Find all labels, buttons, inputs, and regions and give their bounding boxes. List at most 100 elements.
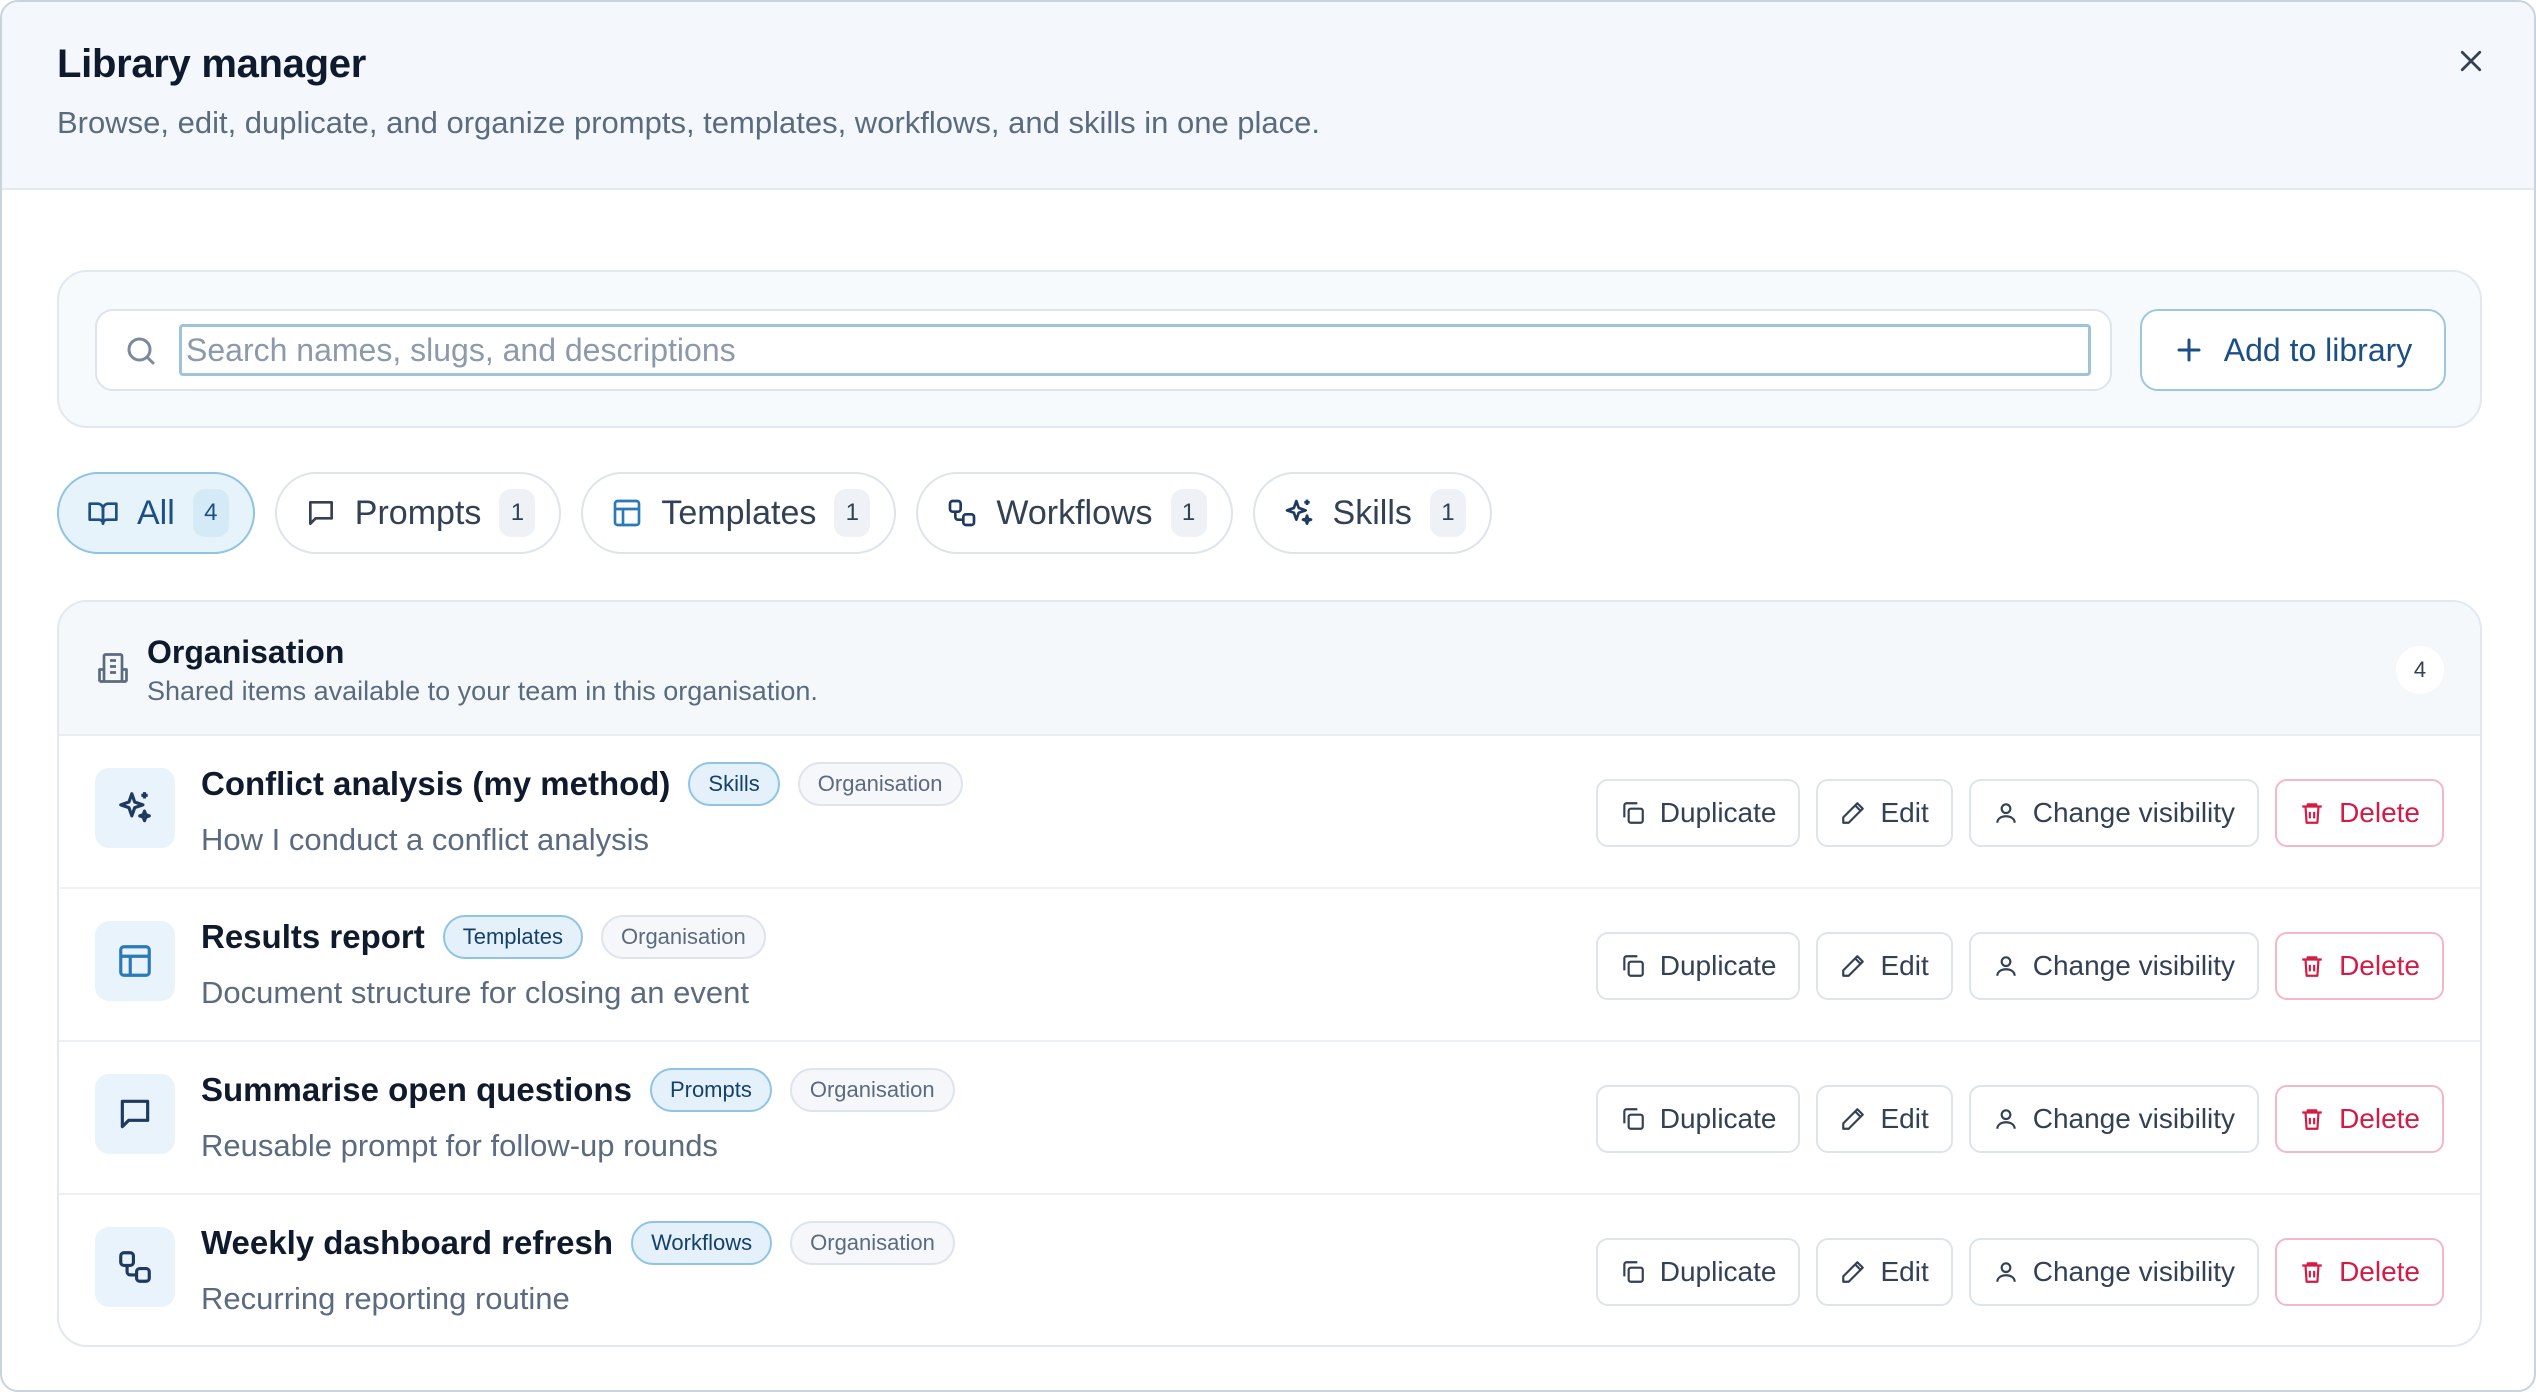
item-type-badge: Skills xyxy=(688,762,780,806)
change-visibility-button[interactable]: Change visibility xyxy=(1968,932,2260,1000)
workflow-icon xyxy=(949,499,976,527)
tab-all-count: 4 xyxy=(192,489,229,537)
add-to-library-button[interactable]: Add to library xyxy=(2140,309,2446,391)
change-visibility-label: Change visibility xyxy=(2032,797,2236,828)
duplicate-button[interactable]: Duplicate xyxy=(1595,1238,1801,1306)
item-type-badge: Templates xyxy=(442,915,583,959)
item-title-row: Weekly dashboard refresh Workflows Organ… xyxy=(201,1221,955,1265)
duplicate-button[interactable]: Duplicate xyxy=(1595,779,1801,847)
delete-button[interactable]: Delete xyxy=(2275,779,2444,847)
add-to-library-label: Add to library xyxy=(2223,331,2413,368)
item-visibility-badge: Organisation xyxy=(601,915,766,959)
item-icon-box xyxy=(95,768,175,848)
duplicate-label: Duplicate xyxy=(1659,950,1777,981)
delete-button[interactable]: Delete xyxy=(2275,932,2444,1000)
message-square-icon xyxy=(120,1099,150,1129)
message-square-icon xyxy=(308,501,333,525)
item-actions: Duplicate Edit Change visibility Delete xyxy=(1595,1238,2444,1306)
item-actions: Duplicate Edit Change visibility Delete xyxy=(1595,932,2444,1000)
item-icon-box xyxy=(95,1074,175,1154)
edit-label: Edit xyxy=(1880,950,1929,981)
tab-workflows-label: Workflows xyxy=(996,493,1153,532)
tab-prompts-label: Prompts xyxy=(354,493,482,532)
item-actions: Duplicate Edit Change visibility Delete xyxy=(1595,1085,2444,1153)
group-description: Shared items available to your team in t… xyxy=(147,676,818,706)
pencil-icon xyxy=(1842,1261,1865,1283)
delete-label: Delete xyxy=(2339,797,2420,828)
trash-icon xyxy=(2302,1109,2322,1130)
library-manager-dialog: Library manager Browse, edit, duplicate,… xyxy=(0,0,2536,1392)
item-name: Results report xyxy=(201,918,425,955)
tab-all[interactable]: All 4 xyxy=(57,472,255,554)
delete-button[interactable]: Delete xyxy=(2275,1238,2444,1306)
item-title-row: Summarise open questions Prompts Organis… xyxy=(201,1068,955,1112)
tab-workflows[interactable]: Workflows 1 xyxy=(916,472,1233,554)
tab-skills-count: 1 xyxy=(1429,489,1466,537)
user-icon xyxy=(1995,956,2016,976)
change-visibility-button[interactable]: Change visibility xyxy=(1968,1085,2260,1153)
tab-skills[interactable]: Skills 1 xyxy=(1252,472,1492,554)
change-visibility-button[interactable]: Change visibility xyxy=(1968,1238,2260,1306)
duplicate-label: Duplicate xyxy=(1659,797,1777,828)
change-visibility-button[interactable]: Change visibility xyxy=(1968,779,2260,847)
copy-icon xyxy=(1623,802,1644,824)
user-icon xyxy=(1995,803,2016,823)
tab-prompts[interactable]: Prompts 1 xyxy=(274,472,562,554)
group-header: Organisation Shared items available to y… xyxy=(59,602,2480,736)
layout-template-icon xyxy=(614,499,641,527)
tab-all-label: All xyxy=(137,493,175,532)
workflow-icon xyxy=(119,1251,151,1283)
item-description: Document structure for closing an event xyxy=(201,975,749,1010)
search-box xyxy=(95,309,2112,391)
item-visibility-badge: Organisation xyxy=(790,1221,955,1265)
delete-label: Delete xyxy=(2339,1256,2420,1287)
group-title: Organisation xyxy=(147,634,345,670)
search-input[interactable] xyxy=(179,324,2091,376)
edit-button[interactable]: Edit xyxy=(1816,1238,1953,1306)
tab-skills-label: Skills xyxy=(1332,493,1412,532)
copy-icon xyxy=(1623,1108,1644,1130)
sparkles-icon xyxy=(1285,499,1312,525)
close-button[interactable] xyxy=(2448,38,2494,84)
edit-label: Edit xyxy=(1880,1256,1929,1287)
edit-button[interactable]: Edit xyxy=(1816,779,1953,847)
edit-button[interactable]: Edit xyxy=(1816,932,1953,1000)
edit-label: Edit xyxy=(1880,797,1929,828)
edit-button[interactable]: Edit xyxy=(1816,1085,1953,1153)
user-icon xyxy=(1995,1262,2016,1282)
item-actions: Duplicate Edit Change visibility Delete xyxy=(1595,779,2444,847)
edit-label: Edit xyxy=(1880,1103,1929,1134)
duplicate-label: Duplicate xyxy=(1659,1256,1777,1287)
item-description: How I conduct a conflict analysis xyxy=(201,822,649,857)
delete-button[interactable]: Delete xyxy=(2275,1085,2444,1153)
pencil-icon xyxy=(1842,802,1865,824)
item-name: Conflict analysis (my method) xyxy=(201,765,671,802)
list-item: Conflict analysis (my method) Skills Org… xyxy=(59,736,2480,889)
delete-label: Delete xyxy=(2339,950,2420,981)
plus-icon xyxy=(2177,338,2201,362)
tab-templates[interactable]: Templates 1 xyxy=(581,472,897,554)
tab-workflows-count: 1 xyxy=(1170,489,1207,537)
item-name: Weekly dashboard refresh xyxy=(201,1224,614,1261)
item-title-row: Conflict analysis (my method) Skills Org… xyxy=(201,762,963,806)
layout-template-icon xyxy=(119,945,151,977)
tab-prompts-count: 1 xyxy=(499,489,536,537)
delete-label: Delete xyxy=(2339,1103,2420,1134)
duplicate-button[interactable]: Duplicate xyxy=(1595,932,1801,1000)
duplicate-label: Duplicate xyxy=(1659,1103,1777,1134)
list-item: Results report Templates Organisation Do… xyxy=(59,889,2480,1042)
trash-icon xyxy=(2302,956,2322,977)
item-title-row: Results report Templates Organisation xyxy=(201,915,766,959)
dialog-header: Library manager Browse, edit, duplicate,… xyxy=(2,2,2534,190)
trash-icon xyxy=(2302,803,2322,824)
item-icon-box xyxy=(95,921,175,1001)
filter-tabs: All 4 Prompts 1 Templates 1 Workflows 1 … xyxy=(57,472,1492,556)
item-type-badge: Workflows xyxy=(631,1221,773,1265)
copy-icon xyxy=(1623,1261,1644,1283)
dialog-subtitle: Browse, edit, duplicate, and organize pr… xyxy=(57,105,1321,140)
duplicate-button[interactable]: Duplicate xyxy=(1595,1085,1801,1153)
close-icon xyxy=(2460,50,2482,72)
pencil-icon xyxy=(1842,955,1865,977)
change-visibility-label: Change visibility xyxy=(2032,950,2236,981)
building-icon xyxy=(98,653,128,683)
